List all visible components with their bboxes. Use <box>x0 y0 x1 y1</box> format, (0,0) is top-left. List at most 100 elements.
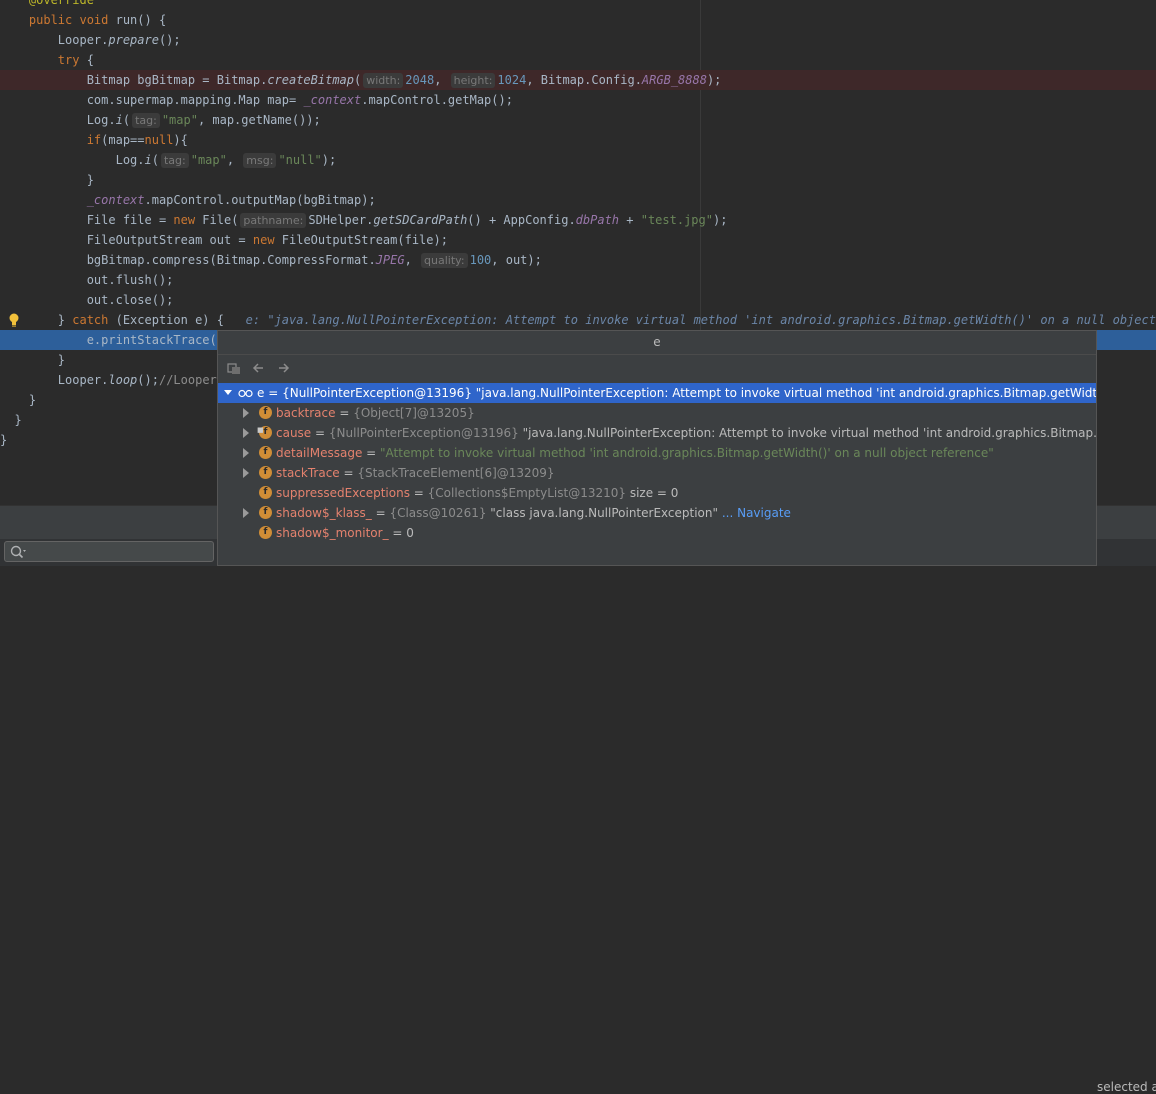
code-token: dbPath <box>575 213 620 227</box>
forward-arrow-icon[interactable] <box>276 360 292 376</box>
code-token: run() { <box>115 13 167 27</box>
code-line[interactable]: } catch (Exception e) { e: "java.lang.Nu… <box>0 310 1156 330</box>
expand-arrow-icon[interactable] <box>240 463 252 483</box>
field-value: "java.lang.NullPointerException: Attempt… <box>518 426 1096 440</box>
code-token: , <box>404 253 420 267</box>
root-var-name: e <box>257 386 265 400</box>
code-token: (); <box>137 373 159 387</box>
code-token: Log. <box>0 153 145 167</box>
code-token: ); <box>321 153 337 167</box>
code-text: FileOutputStream out = new FileOutputStr… <box>0 230 448 250</box>
parameter-hint: pathname: <box>240 213 307 228</box>
code-token: File( <box>202 213 239 227</box>
code-line[interactable]: Log.i(tag: "map", map.getName()); <box>0 110 1156 130</box>
expand-arrow-icon[interactable] <box>222 383 234 403</box>
tree-field-node[interactable]: f shadow$_klass_ = {Class@10261} "class j… <box>218 503 1096 523</box>
field-value: = <box>409 486 428 500</box>
code-text: File file = new File(pathname: SDHelper.g… <box>0 210 727 230</box>
field-value: = 0 <box>388 526 414 540</box>
code-text: try { <box>0 50 94 70</box>
code-token: ); <box>706 73 722 87</box>
code-token: com.supermap.mapping.Map map= <box>0 93 304 107</box>
field-name: backtrace <box>276 406 336 420</box>
code-token: @Override <box>28 0 94 7</box>
code-token: FileOutputStream(file); <box>281 233 448 247</box>
code-text: bgBitmap.compress(Bitmap.CompressFormat.… <box>0 250 542 270</box>
code-token: 100 <box>469 253 492 267</box>
tree-field-node[interactable]: f backtrace = {Object[7]@13205} <box>218 403 1096 423</box>
watch-icon[interactable] <box>226 360 242 376</box>
code-line[interactable]: out.close(); <box>0 290 1156 310</box>
code-token: } <box>0 413 22 427</box>
code-line[interactable]: FileOutputStream out = new FileOutputStr… <box>0 230 1156 250</box>
code-line[interactable]: if(map==null){ <box>0 130 1156 150</box>
navigate-link[interactable]: ... Navigate <box>718 506 791 520</box>
field-value: {StackTraceElement[6]@13209} <box>357 466 555 480</box>
code-line[interactable]: com.supermap.mapping.Map map= _context.m… <box>0 90 1156 110</box>
code-token: ){ <box>173 133 188 147</box>
parameter-hint: width: <box>363 73 404 88</box>
field-value: "Attempt to invoke virtual method 'int a… <box>380 446 994 460</box>
code-token: , <box>434 73 449 87</box>
code-line[interactable]: } <box>0 170 1156 190</box>
code-line[interactable]: File file = new File(pathname: SDHelper.g… <box>0 210 1156 230</box>
tree-field-node[interactable]: f stackTrace = {StackTraceElement[6]@1320… <box>218 463 1096 483</box>
tree-root-node[interactable]: e = {NullPointerException@13196} "java.l… <box>218 383 1096 403</box>
code-token: () + AppConfig. <box>467 213 576 227</box>
tree-field-node[interactable]: f detailMessage = "Attempt to invoke virt… <box>218 443 1096 463</box>
field-name: stackTrace <box>276 466 340 480</box>
root-var-value: = {NullPointerException@13196} "java.lan… <box>268 386 1096 400</box>
code-token: null <box>144 133 174 147</box>
code-token: , <box>226 153 242 167</box>
code-token: e: "java.lang.NullPointerException: Atte… <box>245 313 1156 327</box>
code-token: (Exception e) { <box>115 313 246 327</box>
code-token: catch <box>72 313 116 327</box>
field-icon: f <box>259 446 272 459</box>
parameter-hint: tag: <box>132 113 160 128</box>
back-arrow-icon[interactable] <box>250 360 266 376</box>
expand-arrow-icon[interactable] <box>240 443 252 463</box>
code-token: prepare <box>108 33 159 47</box>
error-line[interactable]: Bitmap bgBitmap = Bitmap.createBitmap(wi… <box>0 70 1156 90</box>
parameter-hint: height: <box>450 73 496 88</box>
expand-arrow-icon[interactable] <box>240 503 252 523</box>
tree-field-node[interactable]: f suppressedExceptions = {Collections$Emp… <box>218 483 1096 503</box>
field-icon: f <box>259 466 272 479</box>
code-text: Log.i(tag: "map", map.getName()); <box>0 110 321 130</box>
field-icon: f <box>259 486 272 499</box>
inspect-popup[interactable]: e e = {NullPointerException@13196} "java… <box>217 330 1097 566</box>
code-line[interactable]: public void run() { <box>0 10 1156 30</box>
code-line[interactable]: Log.i(tag: "map", msg: "null"); <box>0 150 1156 170</box>
expand-arrow-icon[interactable] <box>240 423 252 443</box>
code-line[interactable]: @Override <box>0 0 1156 10</box>
code-line[interactable]: bgBitmap.compress(Bitmap.CompressFormat.… <box>0 250 1156 270</box>
tree-field-node[interactable]: f ■ cause = {NullPointerException@13196} "… <box>218 423 1096 443</box>
code-token: createBitmap <box>267 73 355 87</box>
code-line[interactable]: out.flush(); <box>0 270 1156 290</box>
field-name: cause <box>276 426 312 440</box>
field-name: shadow$_monitor_ <box>276 526 389 540</box>
code-token: 2048 <box>405 73 435 87</box>
code-text: @Override <box>0 0 94 10</box>
code-token: "test.jpg" <box>640 213 713 227</box>
code-line[interactable]: try { <box>0 50 1156 70</box>
field-value: size = 0 <box>626 486 679 500</box>
code-text: Bitmap bgBitmap = Bitmap.createBitmap(wi… <box>0 70 721 90</box>
field-icon: f <box>259 526 272 539</box>
search-input[interactable] <box>4 541 214 562</box>
variables-tree[interactable]: e = {NullPointerException@13196} "java.l… <box>218 383 1096 543</box>
code-line[interactable]: _context.mapControl.outputMap(bgBitmap); <box>0 190 1156 210</box>
code-text: Looper.prepare(); <box>0 30 181 50</box>
code-token: _context <box>303 93 362 107</box>
code-token: "null" <box>278 153 322 167</box>
code-line[interactable]: Looper.prepare(); <box>0 30 1156 50</box>
field-value: = <box>371 506 390 520</box>
field-value: = <box>339 466 358 480</box>
expand-arrow-icon[interactable] <box>240 403 252 423</box>
code-token: SDHelper. <box>308 213 374 227</box>
tree-field-node[interactable]: f shadow$_monitor_ = 0 <box>218 523 1096 543</box>
code-token: i <box>144 153 152 167</box>
